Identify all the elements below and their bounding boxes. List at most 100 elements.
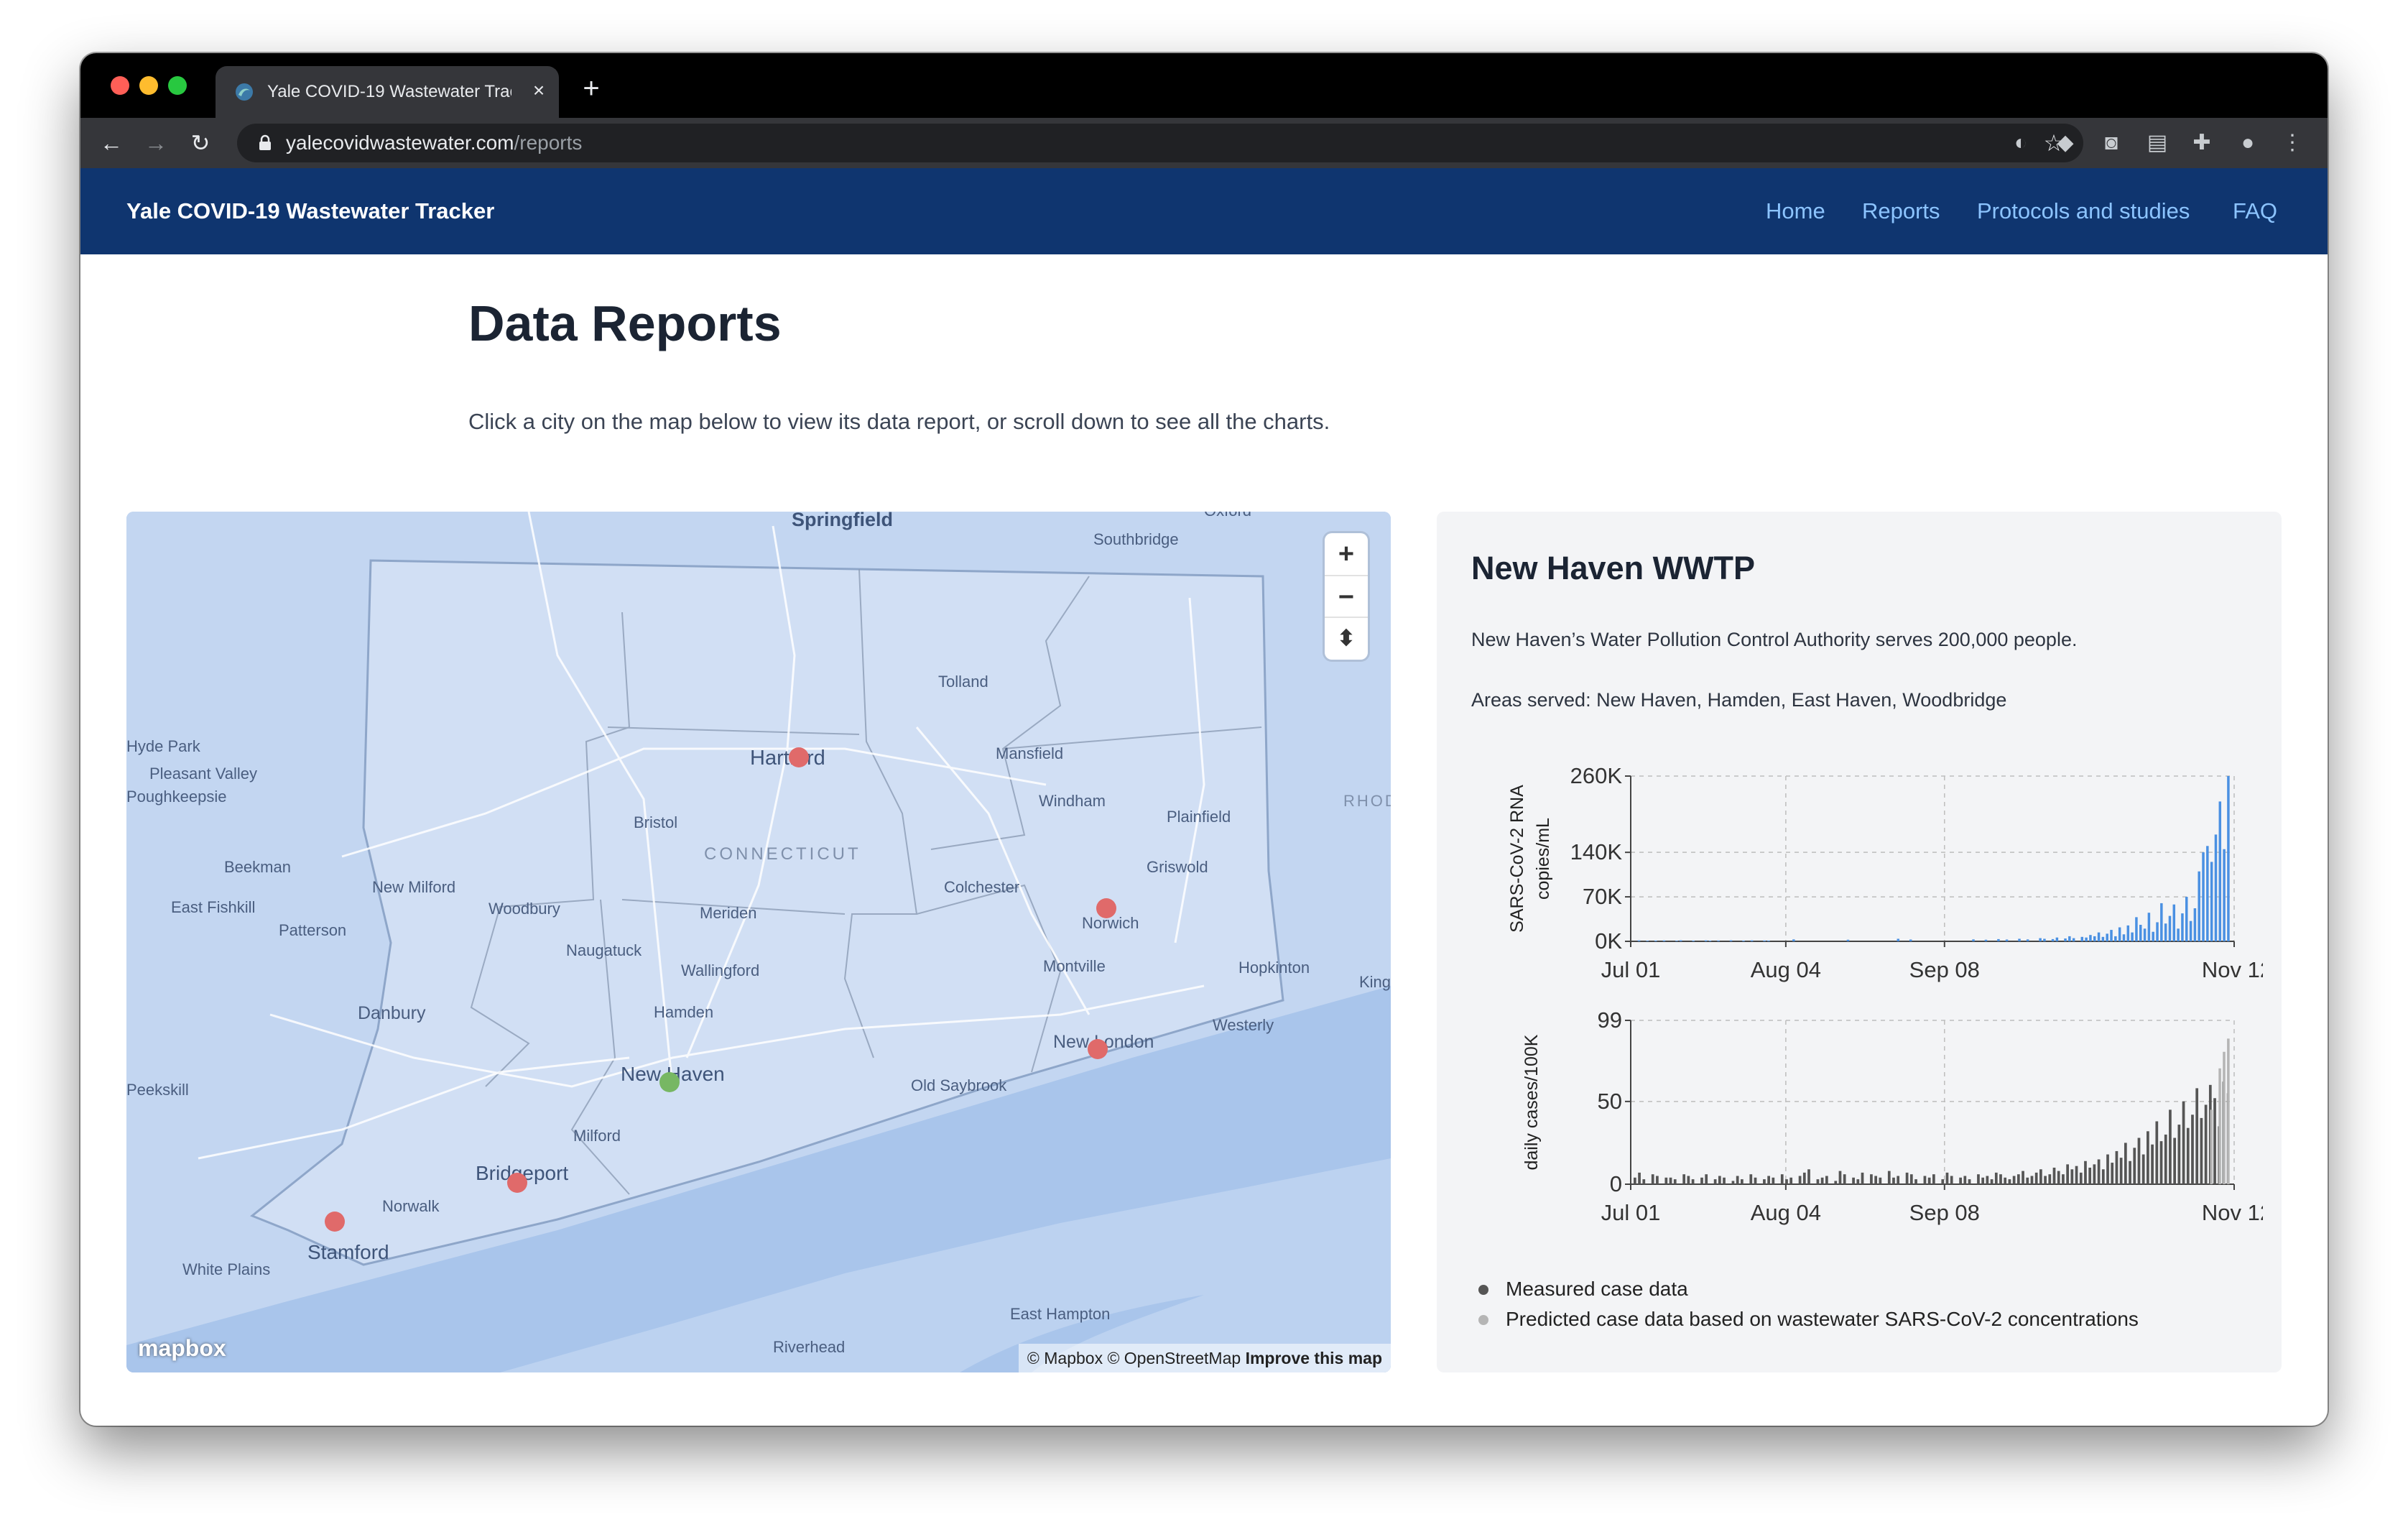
extensions-puzzle-icon[interactable]: ✚ [2187,128,2217,158]
bar [1700,1177,1703,1184]
bar [1905,1172,1909,1184]
bar [2114,936,2117,941]
map-label-colchester: Colchester [944,878,1019,896]
maximize-window-button[interactable] [168,76,187,95]
map-site-bridgeport[interactable] [507,1173,527,1193]
bar [2075,1166,2078,1184]
bar [2106,1154,2109,1184]
report-panel: New Haven WWTP New Haven’s Water Polluti… [1437,512,2282,1372]
bar [2079,1172,2083,1184]
profile-avatar-icon[interactable]: ● [2233,128,2263,158]
nav-link-faq[interactable]: FAQ [2233,168,2277,254]
tab-close-icon[interactable]: × [524,76,553,105]
nav-link-home[interactable]: Home [1766,168,1825,254]
url-text: yalecovidwastewater.com/reports [286,124,582,162]
back-arrow-icon[interactable]: ← [95,126,128,160]
minimize-window-button[interactable] [139,76,158,95]
forward-arrow-icon[interactable]: → [139,126,172,160]
bar [2119,1158,2123,1184]
bar [1984,939,1988,941]
bar [2181,913,2184,941]
nav-link-reports[interactable]: Reports [1862,168,1940,254]
active-tab[interactable]: Yale COVID-19 Wastewater Tracker × [216,66,559,118]
bar [2043,938,2046,941]
map-label-springfield: Springfield [792,512,893,530]
nav-link-protocols[interactable]: Protocols and studies [1977,168,2190,254]
map-site-new-haven[interactable] [659,1072,680,1092]
address-bar[interactable]: yalecovidwastewater.com/reports ☆ [237,124,2083,162]
bar [1990,1179,1993,1184]
legend-dot-measured [1478,1285,1488,1295]
extension-shield-icon[interactable]: ◆ [2050,128,2080,158]
bar [1838,1171,1842,1184]
bar [1664,1177,1668,1184]
bar [1897,938,1900,941]
site-brand[interactable]: Yale COVID-19 Wastewater Tracker [126,168,494,254]
bar [2177,928,2180,941]
zoom-out-button[interactable]: − [1325,575,1368,618]
reload-icon[interactable]: ↻ [184,126,217,160]
bar [1718,1176,1721,1184]
extension-camera-icon[interactable]: ◙ [2096,128,2126,158]
map-canvas[interactable]: Springfield Southbridge Oxford Tolland M… [126,512,1391,1372]
bar [2018,938,2021,941]
map-label-kingston: Kingston [1359,973,1391,991]
extension-vpn-icon[interactable]: ◐ [2006,128,2036,158]
bar [2159,1141,2163,1184]
bar [2062,1174,2065,1184]
bar [2147,913,2151,941]
bar [1749,1174,1753,1184]
bar [2177,1125,2181,1184]
attribution-text[interactable]: © Mapbox © OpenStreetMap [1027,1349,1241,1367]
bar [1792,939,1795,941]
zoom-in-button[interactable]: + [1325,533,1368,575]
bar [1941,1179,1945,1184]
x-tick-label: Sep 08 [1909,1200,1980,1225]
bar [1892,1177,1895,1184]
y-tick-label: 50 [1598,1089,1622,1114]
bar [2202,852,2205,941]
mapbox-logo[interactable]: mapbox [138,1332,226,1364]
bar [1932,1174,1935,1184]
map-site-hartford[interactable] [789,747,809,767]
compass-reset-button[interactable]: ⬍ [1325,617,1368,660]
bar [2008,1179,2011,1184]
bar [2152,931,2154,941]
map-label-pleasant-valley: Pleasant Valley [149,765,257,783]
bar [1997,938,2000,941]
x-tick-label: Jul 01 [1601,1200,1661,1225]
bar [2147,1131,2149,1184]
y-tick-label: 140K [1570,839,1623,864]
map-label-stamford: Stamford [307,1241,389,1263]
bar [2198,871,2200,941]
map-controls: + − ⬍ [1325,533,1368,660]
map-label-westerly: Westerly [1213,1016,1274,1034]
y-axis-label: SARS-CoV-2 RNA [1507,785,1527,933]
browser-toolbar: ← → ↻ yalecovidwastewater.com/reports ☆ … [80,118,2328,168]
x-tick-label: Sep 08 [1909,957,1980,982]
extension-reader-icon[interactable]: ▤ [2142,128,2172,158]
browser-menu-icon[interactable]: ⋮ [2277,128,2307,158]
bar [2126,925,2130,941]
map-label-plainfield: Plainfield [1167,808,1231,826]
map-site-new-london[interactable] [1088,1039,1108,1059]
map-site-norwich[interactable] [1096,898,1116,918]
bar [2185,897,2188,941]
map-label-white-plains: White Plains [182,1260,270,1278]
bar [1909,1174,1913,1184]
page-intro: Click a city on the map below to view it… [468,409,1330,434]
improve-map-link[interactable]: Improve this map [1246,1349,1382,1367]
new-tab-button[interactable]: + [573,70,609,106]
bar-predicted [2210,1109,2213,1184]
bar [2026,939,2029,941]
x-tick-label: Nov 12 [2202,1200,2263,1225]
site-map[interactable]: Springfield Southbridge Oxford Tolland M… [126,512,1391,1372]
bar [1656,1176,1659,1184]
y-tick-label: 0 [1610,1171,1622,1196]
map-label-bristol: Bristol [634,813,677,831]
map-label-windham: Windham [1039,792,1106,810]
bar [1651,1174,1654,1184]
bar [1713,1179,1717,1184]
map-site-stamford[interactable] [325,1212,345,1232]
close-window-button[interactable] [111,76,129,95]
